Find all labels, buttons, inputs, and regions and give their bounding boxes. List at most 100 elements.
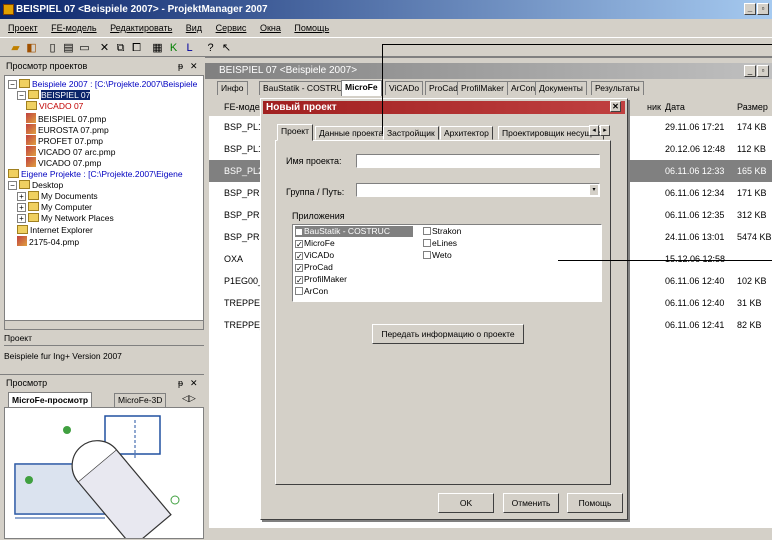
checkbox-icon[interactable]: ✓ — [295, 252, 303, 261]
tab-microfe[interactable]: MicroFe — [341, 80, 382, 96]
import-icon[interactable]: L — [182, 41, 197, 55]
project-tree[interactable]: − Beispiele 2007 : [C:\Projekte.2007\Beis… — [4, 75, 204, 330]
tree-item[interactable]: Eigene Projekte : [C:\Projekte.2007\Eige… — [8, 168, 183, 180]
menu-windows[interactable]: Окна — [260, 23, 281, 33]
column-date[interactable]: Дата — [665, 98, 685, 116]
close-icon[interactable]: ✕ — [190, 375, 198, 391]
help-icon[interactable]: ? — [203, 41, 218, 55]
fe-model-icon[interactable]: K — [166, 41, 181, 55]
column-size[interactable]: Размер — [737, 98, 768, 116]
menu-help[interactable]: Помощь — [294, 23, 329, 33]
app-checkbox[interactable]: ✓ProfilMaker — [295, 274, 347, 285]
expand-toggle-icon[interactable]: + — [17, 203, 26, 213]
cancel-button[interactable]: Отменить — [503, 493, 559, 513]
tab-документы[interactable]: Документы — [535, 81, 587, 95]
context-help-icon[interactable]: ↖ — [219, 41, 234, 55]
open-folder-icon[interactable]: ▰ — [8, 41, 23, 55]
checkbox-icon[interactable] — [423, 251, 431, 259]
project-file-icon — [17, 235, 27, 246]
app-checkbox[interactable]: ✓BauStatik - COSTRUC — [295, 226, 413, 237]
tree-item-label: Beispiele 2007 : [C:\Projekte.2007\Beisp… — [32, 79, 198, 89]
tree-item[interactable]: + My Computer — [17, 202, 92, 213]
tree-item[interactable]: − BEISPIEL 07 — [17, 90, 91, 101]
app-checkbox[interactable]: ✓ViCADo — [295, 250, 334, 261]
dialog-close-button[interactable]: ✕ — [610, 101, 621, 112]
pin-icon[interactable]: ᵽ — [178, 375, 183, 391]
expand-toggle-icon[interactable]: − — [8, 80, 17, 89]
app-checkbox[interactable]: ✓MicroFe — [295, 238, 335, 249]
tree-item[interactable]: Internet Explorer — [17, 224, 93, 236]
tab-инфо[interactable]: Инфо — [217, 81, 248, 95]
tree-item[interactable]: PROFET 07.pmp — [26, 135, 103, 146]
checkbox-icon[interactable]: ✓ — [295, 240, 303, 249]
menu-edit[interactable]: Редактировать — [110, 23, 172, 33]
tree-item[interactable]: EUROSTA 07.pmp — [26, 123, 109, 135]
child-minimize-button[interactable]: _ — [744, 65, 756, 77]
window-icon[interactable]: ▭ — [77, 41, 92, 55]
restore-button[interactable]: ▫ — [757, 3, 769, 15]
minimize-button[interactable]: _ — [744, 3, 756, 15]
app-checkbox[interactable]: eLines — [423, 238, 457, 249]
tree-item[interactable]: − Desktop — [8, 179, 63, 191]
checkbox-icon[interactable]: ✓ — [295, 228, 303, 237]
copy-icon[interactable]: ⧉ — [113, 41, 128, 55]
tab-baustatik-costruc[interactable]: BauStatik - COSTRUC — [259, 81, 353, 95]
delete-icon[interactable]: ✕ — [97, 41, 112, 55]
dialog-tab-3[interactable]: Архитектор — [440, 126, 493, 140]
checkbox-icon[interactable] — [423, 239, 431, 247]
dialog-tab-0[interactable]: Проект — [277, 124, 313, 141]
tab-microfe-preview[interactable]: MicroFe-просмотр — [8, 392, 93, 407]
menu-fe-model[interactable]: FE-модель — [51, 23, 96, 33]
app-checkbox[interactable]: ✓ProCad — [295, 262, 333, 273]
checkbox-icon[interactable]: ✓ — [295, 264, 303, 273]
project-icon[interactable]: ◧ — [24, 41, 39, 55]
tree-item[interactable]: + My Documents — [17, 191, 98, 202]
expand-toggle-icon[interactable]: − — [8, 180, 17, 190]
paste-icon[interactable]: ⧠ — [129, 41, 144, 55]
project-tabs: Инфо BauStatik - COSTRUC MicroFe ViCADo ProC… — [205, 80, 772, 96]
tree-horizontal-scrollbar[interactable] — [4, 320, 204, 330]
tree-item[interactable]: VICADO 07.pmp — [26, 157, 101, 168]
dropdown-arrow-icon[interactable]: ▾ — [590, 185, 598, 195]
properties-icon[interactable]: ▤ — [61, 41, 76, 55]
expand-toggle-icon[interactable]: + — [17, 214, 26, 224]
help-button[interactable]: Помощь — [567, 493, 623, 513]
tab-scroll-icon[interactable]: ◁▷ — [182, 393, 196, 404]
grid-icon[interactable]: ▦ — [150, 41, 165, 55]
tree-item[interactable]: − Beispiele 2007 : [C:\Projekte.2007\Beis… — [8, 79, 197, 90]
transfer-info-button[interactable]: Передать информацию о проекте — [372, 324, 524, 344]
tab-profilmaker[interactable]: ProfilMaker — [457, 81, 508, 95]
expand-toggle-icon[interactable]: + — [17, 192, 26, 201]
tree-item[interactable]: VICADO 07 — [26, 101, 83, 112]
checkbox-icon[interactable]: ✓ — [295, 276, 303, 285]
tree-item[interactable]: + My Network Places — [17, 213, 114, 224]
project-name-input[interactable] — [356, 154, 600, 168]
tab-vicado[interactable]: ViCADo — [385, 81, 424, 95]
dialog-tab-2[interactable]: Застройщик — [383, 126, 439, 140]
group-path-combo[interactable]: ▾ — [356, 183, 600, 197]
pin-icon[interactable]: ᵽ — [178, 58, 183, 74]
checkbox-icon[interactable] — [295, 287, 303, 295]
close-icon[interactable]: ✕ — [190, 58, 198, 74]
checkbox-icon[interactable] — [423, 227, 431, 235]
tree-item[interactable]: BEISPIEL 07.pmp — [26, 112, 106, 124]
menu-service[interactable]: Сервис — [216, 23, 247, 33]
tab-scroll-left[interactable]: ◂ — [589, 125, 599, 136]
menu-project[interactable]: Проект — [8, 23, 38, 33]
expand-toggle-icon[interactable]: − — [17, 91, 26, 101]
menu-view[interactable]: Вид — [186, 23, 202, 33]
dialog-tab-1[interactable]: Данные проекта — [315, 126, 388, 140]
tab-scroll-right[interactable]: ▸ — [600, 125, 610, 136]
tree-item-label: VICADO 07.pmp — [38, 158, 102, 169]
column-partial[interactable]: ник — [647, 98, 661, 116]
app-checkbox[interactable]: Weto — [423, 250, 452, 261]
tab-результаты[interactable]: Результаты — [591, 81, 644, 95]
app-checkbox[interactable]: Strakon — [423, 226, 461, 237]
tab-microfe-3d[interactable]: MicroFe-3D — [114, 393, 167, 407]
child-restore-button[interactable]: ▫ — [757, 65, 769, 77]
new-document-icon[interactable]: ▯ — [45, 41, 60, 55]
tree-item[interactable]: 2175-04.pmp — [17, 235, 79, 247]
app-checkbox[interactable]: ArCon — [295, 286, 328, 297]
ok-button[interactable]: OK — [438, 493, 494, 513]
tree-item[interactable]: VICADO 07 arc.pmp — [26, 146, 115, 157]
